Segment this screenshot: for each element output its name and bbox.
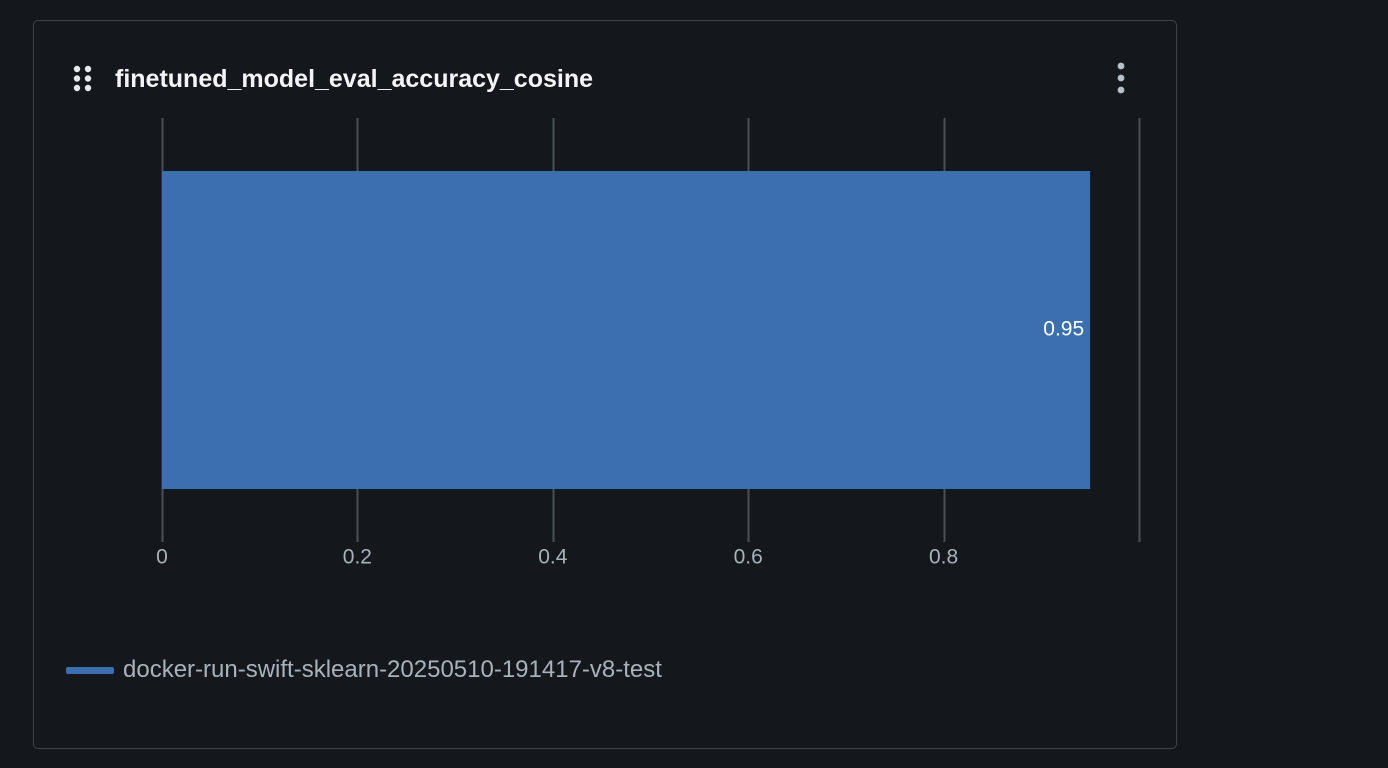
- x-tick-label: 0.4: [538, 546, 568, 569]
- data-labels: 0.95: [1043, 318, 1084, 341]
- x-tick-label: 0.2: [343, 546, 372, 569]
- x-tick-label: 0.6: [734, 546, 763, 569]
- legend-label: docker-run-swift-sklearn-20250510-191417…: [123, 656, 662, 683]
- x-tick-label: 0: [156, 546, 168, 569]
- bars: [162, 171, 1091, 489]
- x-tick-label: 0.8: [929, 546, 958, 569]
- bar-chart: 0.95 0 0.2 0.4 0.6 0.8: [156, 118, 1141, 569]
- bar: [162, 171, 1091, 489]
- legend-item[interactable]: docker-run-swift-sklearn-20250510-191417…: [66, 654, 662, 686]
- bar-data-label: 0.95: [1043, 318, 1084, 341]
- legend-swatch: [66, 666, 114, 674]
- x-axis-ticks: 0 0.2 0.4 0.6 0.8: [156, 546, 958, 569]
